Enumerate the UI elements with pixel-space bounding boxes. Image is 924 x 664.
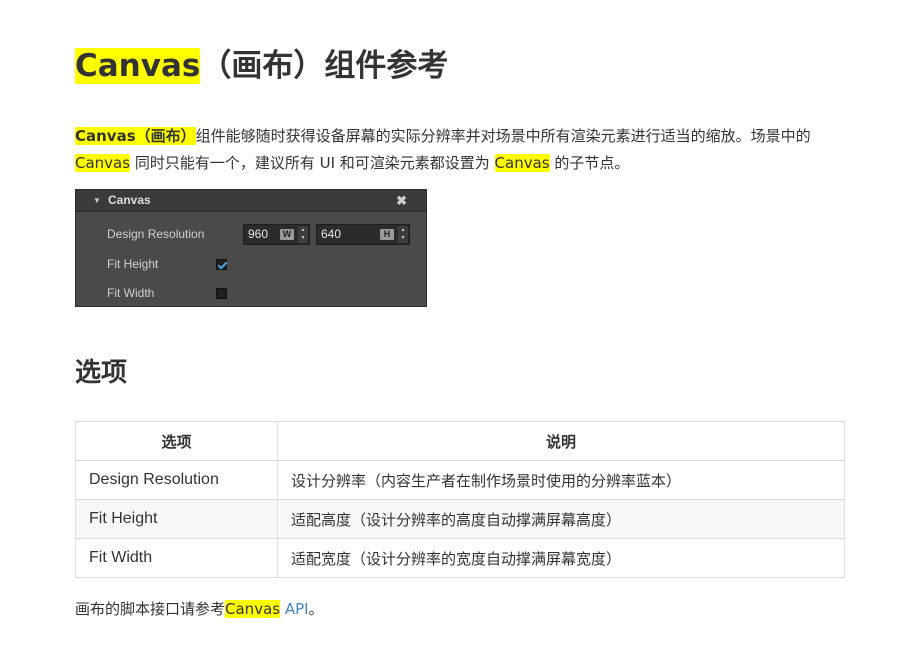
resolution-height-input[interactable]: 640 H ▲ ▼ bbox=[316, 224, 410, 245]
fit-width-checkbox[interactable] bbox=[216, 288, 227, 299]
intro-highlight-1: Canvas bbox=[75, 154, 131, 172]
footer-highlight: Canvas bbox=[225, 600, 281, 618]
width-unit-badge: W bbox=[280, 229, 294, 240]
title-rest: （画布）组件参考 bbox=[200, 48, 449, 84]
table-cell-description: 设计分辨率（内容生产者在制作场景时使用的分辨率蓝本） bbox=[277, 460, 845, 500]
caret-down-icon[interactable]: ▼ bbox=[93, 190, 101, 211]
footer-paragraph: 画布的脚本接口请参考Canvas API。 bbox=[75, 597, 324, 621]
fit-height-checkbox[interactable] bbox=[216, 259, 227, 270]
table-cell-option: Fit Width bbox=[75, 538, 278, 578]
fit-width-label: Fit Width bbox=[107, 286, 155, 300]
table-row: Fit Width 适配宽度（设计分辨率的宽度自动撑满屏幕宽度） bbox=[75, 538, 845, 578]
intro-text-2: 同时只能有一个，建议所有 UI 和可渲染元素都设置为 bbox=[130, 154, 495, 172]
table-row: Design Resolution 设计分辨率（内容生产者在制作场景时使用的分辨… bbox=[75, 460, 845, 500]
options-table: 选项 说明 Design Resolution 设计分辨率（内容生产者在制作场景… bbox=[75, 421, 845, 578]
intro-text-1: 组件能够随时获得设备屏幕的实际分辨率并对场景中所有渲染元素进行适当的缩放。场景中… bbox=[195, 127, 811, 145]
table-row: Fit Height 适配高度（设计分辨率的高度自动撑满屏幕高度） bbox=[75, 499, 845, 539]
intro-bold-canvas: Canvas（画布） bbox=[75, 127, 196, 145]
panel-header[interactable]: ▼ Canvas ✖ bbox=[76, 190, 426, 212]
height-value: 640 bbox=[321, 227, 342, 241]
resolution-width-input[interactable]: 960 W ▲ ▼ bbox=[243, 224, 310, 245]
height-stepper-icon[interactable]: ▲ ▼ bbox=[398, 226, 408, 243]
table-header-description: 说明 bbox=[277, 421, 845, 461]
table-cell-option: Design Resolution bbox=[75, 460, 278, 500]
close-icon[interactable]: ✖ bbox=[396, 190, 407, 211]
intro-highlight-2: Canvas bbox=[494, 154, 550, 172]
fit-height-label: Fit Height bbox=[107, 257, 159, 271]
table-header-option: 选项 bbox=[75, 421, 278, 461]
api-link[interactable]: API bbox=[285, 600, 309, 618]
height-unit-badge: H bbox=[380, 229, 394, 240]
table-cell-option: Fit Height bbox=[75, 499, 278, 539]
intro-paragraph: Canvas（画布）组件能够随时获得设备屏幕的实际分辨率并对场景中所有渲染元素进… bbox=[75, 123, 855, 177]
footer-text: 画布的脚本接口请参考 bbox=[75, 600, 226, 618]
panel-title: Canvas bbox=[108, 193, 151, 207]
table-cell-description: 适配宽度（设计分辨率的宽度自动撑满屏幕宽度） bbox=[277, 538, 845, 578]
design-resolution-label: Design Resolution bbox=[107, 227, 205, 241]
intro-text-3: 的子节点。 bbox=[549, 154, 630, 172]
page-title: Canvas（画布）组件参考 bbox=[75, 46, 448, 86]
width-stepper-icon[interactable]: ▲ ▼ bbox=[298, 226, 308, 243]
width-value: 960 bbox=[248, 227, 269, 241]
title-highlight: Canvas bbox=[75, 48, 201, 84]
canvas-inspector-panel: ▼ Canvas ✖ Design Resolution 960 W ▲ ▼ 64… bbox=[75, 189, 427, 307]
table-header-row: 选项 说明 bbox=[75, 421, 845, 461]
table-cell-description: 适配高度（设计分辨率的高度自动撑满屏幕高度） bbox=[277, 499, 845, 539]
footer-end: 。 bbox=[308, 600, 324, 618]
section-title-options: 选项 bbox=[75, 358, 128, 388]
